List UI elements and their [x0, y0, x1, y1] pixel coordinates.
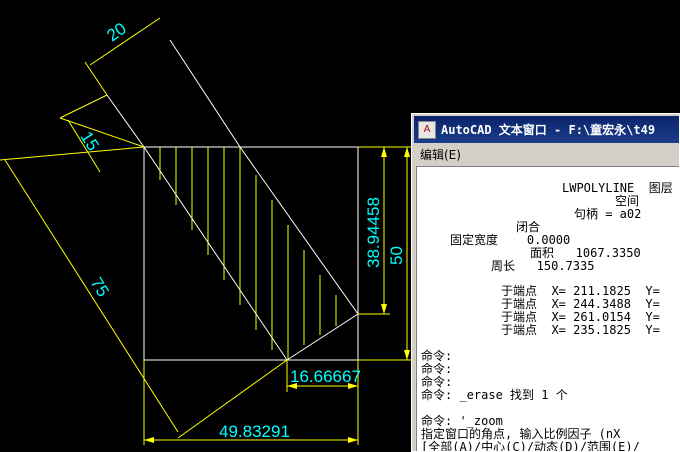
dim-text-15: 15: [77, 128, 103, 154]
history-line: 周长 150.7335: [491, 259, 595, 273]
history-line: 句柄 = a02: [574, 207, 642, 221]
dim-text-16-66667: 16.66667: [290, 367, 361, 386]
slanted-edge-upper: [106, 94, 145, 148]
dim-text-50: 50: [387, 246, 406, 265]
slanted-edge-top: [169, 39, 241, 148]
autocad-icon: A: [418, 120, 436, 139]
history-line: 命令: _erase 找到 1 个: [421, 388, 568, 402]
hatch-pattern: [159, 147, 337, 360]
dim-text-49-83291: 49.83291: [219, 422, 290, 441]
history-line: [全部(A)/中心(C)/动态(D)/范围(E)/: [421, 440, 640, 452]
command-history[interactable]: LWPOLYLINE 图层 空间 句柄 = a02 闭合 固定宽度 0.0000…: [416, 166, 679, 451]
autocad-text-window[interactable]: A AutoCAD 文本窗口 - F:\童宏永\t49 编辑(E) LWPOLY…: [411, 113, 680, 452]
text-window-titlebar[interactable]: A AutoCAD 文本窗口 - F:\童宏永\t49: [414, 116, 679, 143]
history-line: 于端点 X= 235.1825 Y=: [501, 323, 660, 337]
menu-edit[interactable]: 编辑(E): [414, 146, 467, 163]
arrowheads: [144, 147, 410, 443]
dim-text-75: 75: [87, 274, 113, 300]
dim-text-38-94458: 38.94458: [364, 197, 383, 268]
text-window-menubar: 编辑(E): [414, 145, 679, 163]
text-window-title: AutoCAD 文本窗口 - F:\童宏永\t49: [441, 123, 656, 137]
